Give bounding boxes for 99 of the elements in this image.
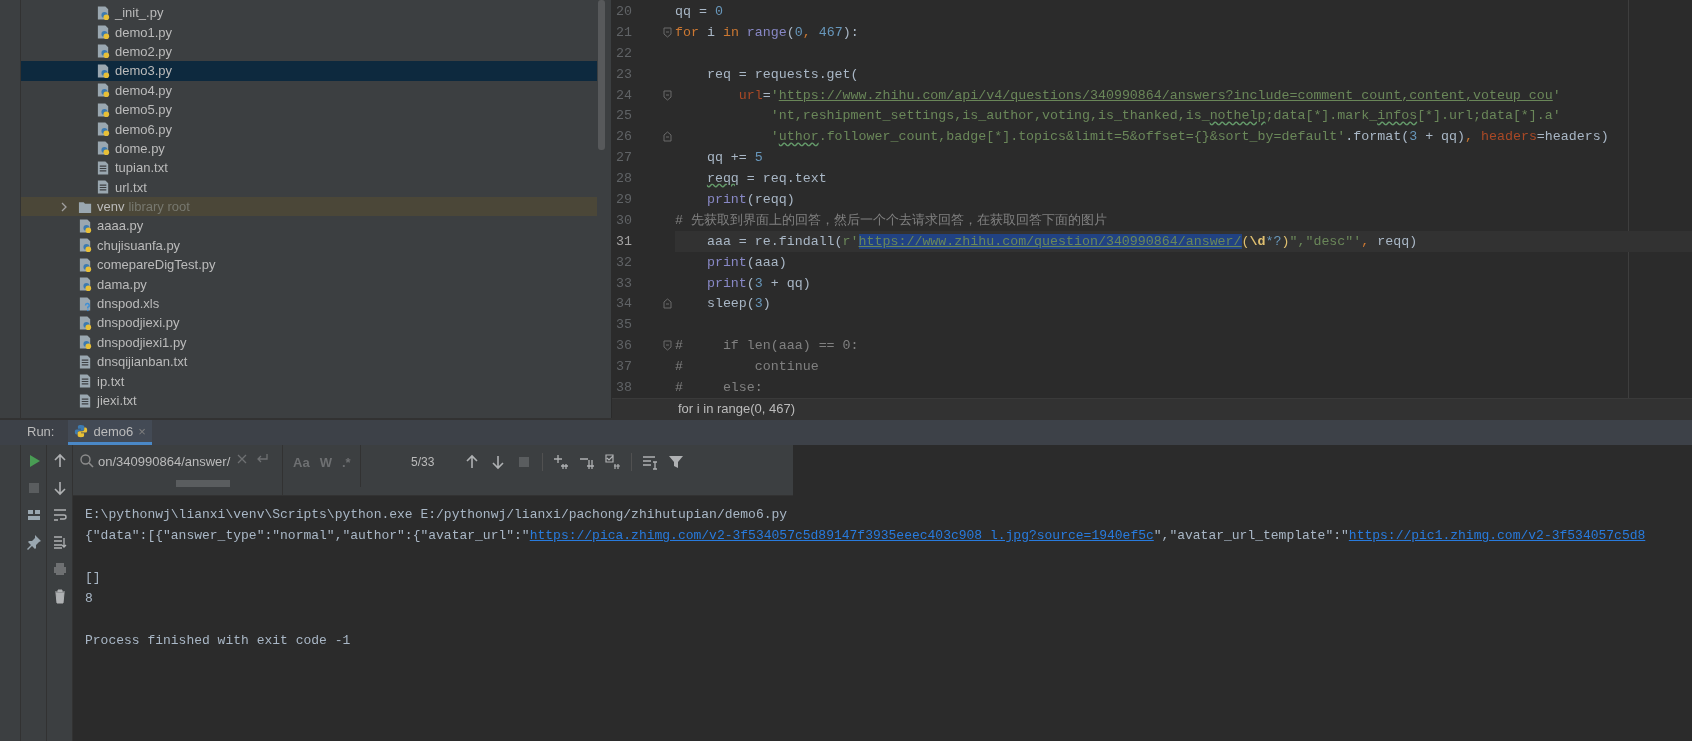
- tree-item[interactable]: dome.py: [21, 138, 597, 159]
- python-file-icon: [78, 314, 93, 331]
- code-line: reqq = req.text: [705, 170, 828, 189]
- tree-item[interactable]: demo4.py: [21, 80, 597, 100]
- line-number: 22: [615, 45, 633, 61]
- select-occurrences-icon[interactable]: [605, 454, 622, 470]
- code-line: sleep(3): [705, 295, 772, 314]
- soft-wrap-icon[interactable]: [51, 507, 68, 523]
- console-line: {"data":[{"answer_type":"normal","author":{"avatar_url":"https://pica.zhimg.com/v2-3f534057c5d89147f3935eeec403c908_l.jpg?source=1940ef5c","avatar_url_template":"https://pic1.zhimg.com/v2-3f534057c5d8: [85, 527, 1647, 545]
- python-file-icon: [78, 334, 93, 351]
- line-number: 34: [615, 296, 633, 312]
- unknown-file-icon: [78, 295, 93, 312]
- line-number: 28: [615, 171, 633, 187]
- code-line: 'nt,reshipment_settings,is_author,voting,is_thanked,is_nothelp;data[*].mark_infos[*].url;data[*].a': [769, 107, 1562, 126]
- python-file-icon: [78, 237, 93, 254]
- code-line: # if len(aaa) == 0:: [675, 337, 860, 356]
- code-line: 'uthor.follower_count,badge[*].topics&limit=5&offset={}&sort_by=default'.format(3 + qq), headers=headers): [769, 128, 1610, 147]
- breadcrumb[interactable]: for i in range(0, 467): [678, 400, 796, 416]
- tree-item[interactable]: dnsqijianban.txt: [21, 352, 597, 372]
- line-number: 32: [615, 254, 633, 270]
- code-line: qq = 0: [675, 2, 724, 21]
- line-number: 27: [615, 150, 633, 166]
- tree-item[interactable]: jiexi.txt: [21, 390, 597, 411]
- scroll-to-end-icon[interactable]: [51, 534, 68, 550]
- tree-item[interactable]: tupian.txt: [21, 158, 597, 178]
- console-line: 8: [85, 590, 94, 608]
- tree-item[interactable]: dnspod.xls: [21, 293, 597, 314]
- line-number: 24: [615, 87, 633, 103]
- chevron-right-icon: [59, 201, 69, 212]
- code-line: print(aaa): [705, 253, 788, 272]
- line-number: 30: [615, 212, 633, 228]
- console-line: []: [85, 569, 102, 587]
- python-file-icon: [96, 140, 111, 157]
- tree-item[interactable]: chujisuanfa.py: [21, 235, 597, 256]
- next-match-icon[interactable]: [490, 454, 507, 470]
- tree-item[interactable]: demo3.py: [21, 61, 597, 81]
- line-number: 20: [615, 3, 633, 19]
- line-number: 23: [615, 66, 633, 82]
- tree-item[interactable]: demo1.py: [21, 22, 597, 42]
- tree-item[interactable]: url.txt: [21, 177, 597, 197]
- line-number: 26: [615, 129, 633, 145]
- code-line: req = requests.get(: [705, 65, 860, 84]
- python-file-icon: [96, 121, 111, 138]
- python-icon: [74, 424, 89, 438]
- tree-item[interactable]: dama.py: [21, 274, 597, 294]
- code-line: url='https://www.zhihu.com/api/v4/questions/340990864/answers?include=comment_count,content,voteup_cou': [737, 86, 1562, 105]
- code-line: # continue: [675, 358, 820, 377]
- search-field[interactable]: on/340990864/answer/: [73, 445, 283, 495]
- line-number: 31: [615, 233, 633, 249]
- filter-lines-icon[interactable]: [642, 454, 659, 470]
- tree-item[interactable]: aaaa.py: [21, 216, 597, 236]
- tree-item[interactable]: _init_.py: [21, 3, 597, 23]
- text-file-icon: [96, 159, 111, 176]
- text-file-icon: [78, 392, 93, 409]
- text-file-icon: [96, 179, 111, 196]
- python-file-icon: [78, 276, 93, 293]
- layout-icon[interactable]: [25, 507, 42, 523]
- run-label: Run:: [26, 424, 56, 441]
- python-file-icon: [96, 4, 111, 21]
- code-line: print(3 + qq): [705, 274, 812, 293]
- search-icon: [79, 453, 95, 469]
- code-line: qq += 5: [705, 149, 764, 168]
- python-file-icon: [96, 62, 111, 79]
- line-number: 33: [615, 275, 633, 291]
- tree-item[interactable]: comepareDigTest.py: [21, 255, 597, 275]
- python-file-icon: [96, 82, 111, 99]
- run-tab[interactable]: demo6 ×: [68, 420, 152, 445]
- line-number: 25: [615, 108, 633, 124]
- python-file-icon: [96, 101, 111, 118]
- code-line: for i in range(0, 467):: [675, 23, 860, 42]
- python-file-icon: [78, 218, 93, 234]
- tree-item[interactable]: demo5.py: [21, 99, 597, 120]
- down-arrow-icon[interactable]: [51, 480, 68, 496]
- python-file-icon: [96, 24, 111, 41]
- filter-icon[interactable]: [668, 454, 685, 470]
- line-number: 29: [615, 191, 633, 207]
- text-file-icon: [78, 353, 93, 370]
- code-line: print(reqq): [705, 190, 796, 209]
- add-occurrence-icon[interactable]: [553, 454, 570, 470]
- scrollbar-thumb[interactable]: [598, 0, 605, 150]
- tree-item[interactable]: dnspodjiexi1.py: [21, 332, 597, 353]
- line-number: 35: [615, 317, 633, 333]
- line-number: 21: [615, 24, 633, 40]
- tree-item[interactable]: demo2.py: [21, 41, 597, 62]
- match-count: 5/33: [410, 454, 436, 469]
- tree-item[interactable]: dnspodjiexi.py: [21, 313, 597, 333]
- line-number: 37: [615, 359, 633, 375]
- console-line: E:\pythonwj\lianxi\venv\Scripts\python.exe E:/pythonwj/lianxi/pachong/zhihutupian/demo6.py: [85, 506, 789, 524]
- pin-icon[interactable]: [25, 534, 42, 550]
- console-line: Process finished with exit code -1: [85, 632, 352, 650]
- line-number: 38: [615, 379, 633, 395]
- python-file-icon: [78, 256, 93, 273]
- python-file-icon: [96, 43, 111, 60]
- tree-item[interactable]: ip.txt: [21, 371, 597, 391]
- line-number: 36: [615, 338, 633, 354]
- tree-item[interactable]: demo6.py: [21, 119, 597, 139]
- scrollbar-thumb[interactable]: [176, 480, 230, 487]
- text-file-icon: [78, 373, 93, 390]
- code-line: # else:: [675, 378, 764, 397]
